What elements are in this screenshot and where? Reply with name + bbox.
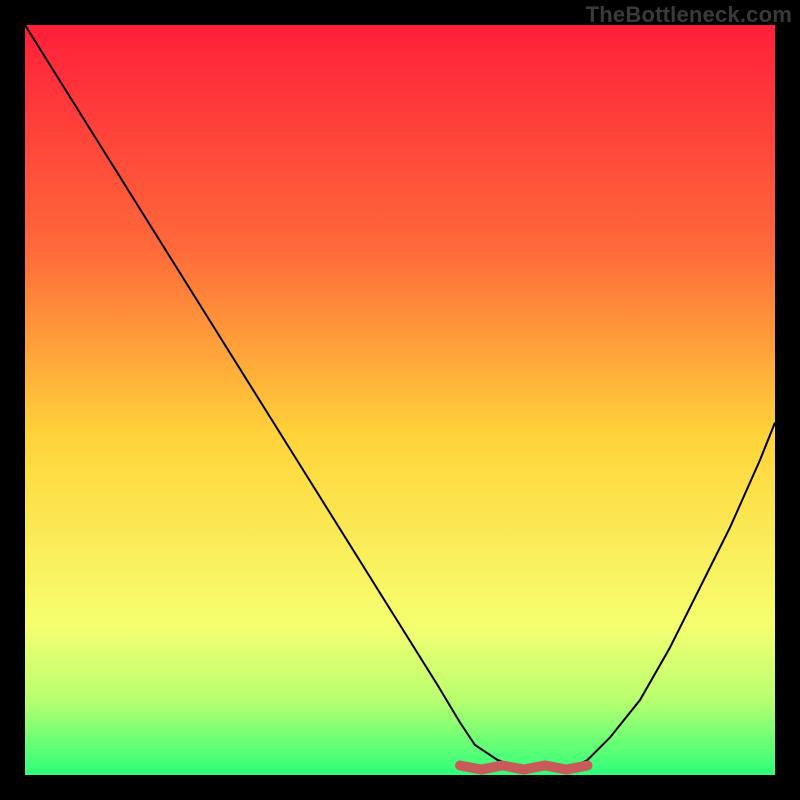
- plot-svg: [25, 25, 775, 775]
- optimal-range-marker: [460, 766, 588, 770]
- chart-stage: TheBottleneck.com: [0, 0, 800, 800]
- bottleneck-plot: [25, 25, 775, 775]
